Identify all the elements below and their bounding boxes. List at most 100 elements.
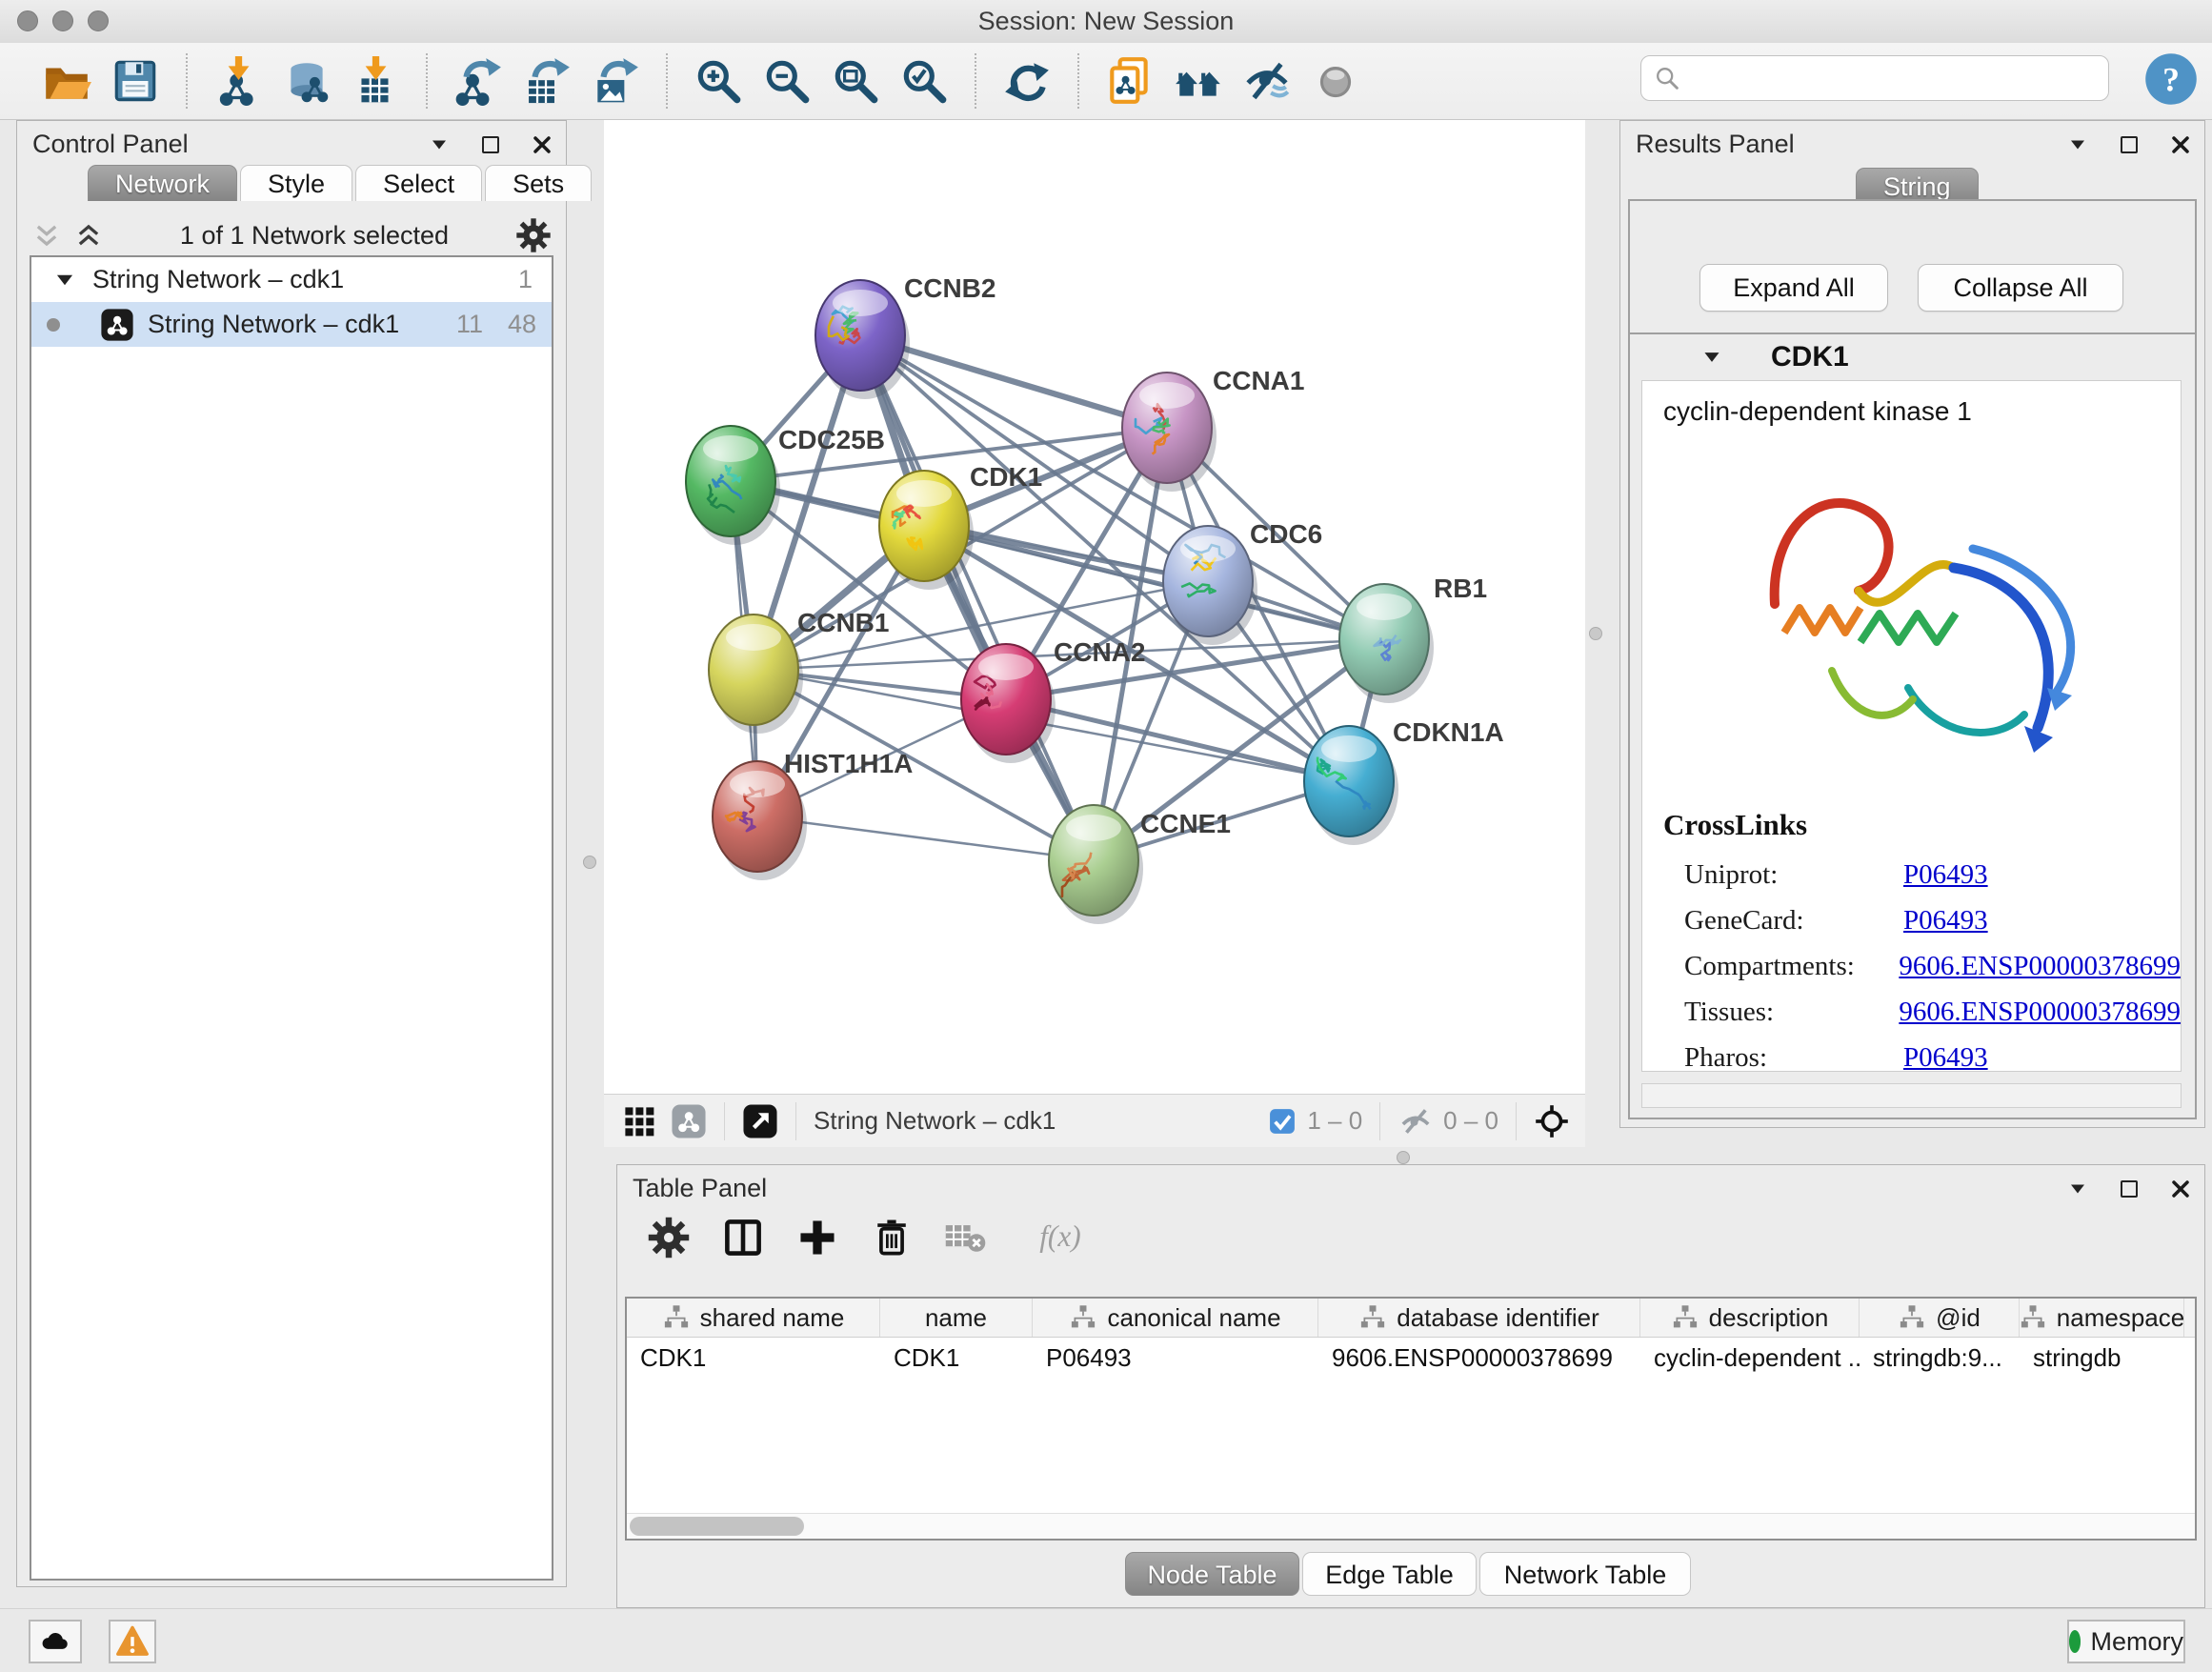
panel-close-icon[interactable] — [2168, 1177, 2193, 1201]
expand-all-networks-icon[interactable] — [72, 219, 105, 252]
network-node-HIST1H1A[interactable]: HIST1H1A — [713, 749, 913, 880]
cloud-button[interactable] — [29, 1620, 82, 1663]
zoom-out-icon[interactable] — [761, 55, 813, 107]
warnings-button[interactable] — [109, 1620, 156, 1663]
help-button[interactable]: ? — [2143, 51, 2199, 107]
search-box[interactable] — [1640, 55, 2109, 101]
network-node-CCNB2[interactable]: CCNB2 — [815, 273, 995, 399]
column-header--id[interactable]: @id — [1860, 1299, 2020, 1337]
tab-select[interactable]: Select — [355, 165, 482, 201]
zoom-selected-icon[interactable] — [898, 55, 950, 107]
fit-selected-crosshair-icon[interactable] — [1534, 1103, 1570, 1139]
network-collection-row[interactable]: String Network – cdk1 1 — [31, 257, 552, 302]
search-input[interactable] — [1689, 64, 2097, 93]
memory-button[interactable]: Memory — [2067, 1620, 2185, 1663]
birds-eye-grid-icon[interactable] — [621, 1103, 657, 1139]
import-database-icon[interactable] — [281, 55, 332, 107]
panel-float-icon[interactable] — [478, 132, 503, 157]
network-row[interactable]: String Network – cdk1 11 48 — [31, 302, 552, 347]
protein-header[interactable]: CDK1 — [1630, 334, 2195, 380]
clone-network-icon[interactable] — [1104, 55, 1156, 107]
bottom-splitter-handle[interactable] — [1397, 1151, 1410, 1164]
table-cell[interactable]: stringdb:9... — [1860, 1343, 2020, 1373]
table-row[interactable]: CDK1CDK1P064939606.ENSP00000378699cyclin… — [627, 1338, 2195, 1378]
network-node-CCNA2[interactable]: CCNA2 — [961, 637, 1145, 763]
network-node-CDKN1A[interactable]: CDKN1A — [1304, 717, 1504, 845]
crosslink-link[interactable]: P06493 — [1903, 1042, 1988, 1073]
hide-selected-icon[interactable] — [1241, 55, 1293, 107]
table-hscrollbar[interactable] — [627, 1513, 2195, 1539]
tab-node-table[interactable]: Node Table — [1125, 1552, 1299, 1596]
column-header-description[interactable]: description — [1640, 1299, 1860, 1337]
table-cell[interactable]: P06493 — [1033, 1343, 1318, 1373]
selected-checkbox-icon[interactable] — [1267, 1106, 1297, 1137]
network-canvas[interactable]: CCNB2CCNA1CDC25BCDK1CDC6RB1CCNB1CCNA2CDK… — [604, 120, 1585, 1094]
zoom-fit-icon[interactable] — [830, 55, 881, 107]
left-splitter-handle[interactable] — [583, 856, 596, 869]
tab-network-table[interactable]: Network Table — [1479, 1552, 1691, 1596]
network-graph[interactable]: CCNB2CCNA1CDC25BCDK1CDC6RB1CCNB1CCNA2CDK… — [604, 120, 1585, 1094]
table-cell[interactable]: 9606.ENSP00000378699 — [1318, 1343, 1640, 1373]
tab-edge-table[interactable]: Edge Table — [1302, 1552, 1477, 1596]
export-table-icon[interactable] — [521, 55, 573, 107]
string-badge-icon[interactable] — [671, 1103, 707, 1139]
export-network-icon[interactable] — [452, 55, 504, 107]
table-cell[interactable]: cyclin-dependent ... — [1640, 1343, 1860, 1373]
network-node-CCNB1[interactable]: CCNB1 — [709, 608, 889, 734]
network-node-RB1[interactable]: RB1 — [1339, 574, 1487, 703]
hidden-eye-icon[interactable] — [1398, 1103, 1434, 1139]
panel-float-icon[interactable] — [2117, 132, 2142, 157]
window-title: Session: New Session — [0, 0, 2212, 43]
table-cell[interactable]: CDK1 — [880, 1343, 1033, 1373]
table-options-gear-icon[interactable] — [646, 1215, 692, 1260]
save-session-icon[interactable] — [110, 55, 161, 107]
network-view-statusbar: String Network – cdk1 1 – 0 0 – 0 — [604, 1094, 1585, 1147]
open-session-icon[interactable] — [41, 55, 92, 107]
graphics-details-icon[interactable] — [1173, 55, 1224, 107]
panel-collapse-icon[interactable] — [2065, 132, 2090, 157]
network-node-CCNE1[interactable]: CCNE1 — [1049, 805, 1231, 924]
add-column-icon[interactable] — [794, 1215, 840, 1260]
tab-sets[interactable]: Sets — [485, 165, 592, 201]
network-options-gear-icon[interactable] — [514, 216, 553, 254]
panel-collapse-icon[interactable] — [427, 132, 452, 157]
toolbar-separator — [186, 53, 188, 109]
network-node-CDK1[interactable]: CDK1 — [879, 462, 1042, 590]
crosslink-link[interactable]: 9606.ENSP00000378699 — [1899, 951, 2181, 982]
protein-card-scrollbar[interactable] — [1641, 1083, 2182, 1108]
column-header-canonical-name[interactable]: canonical name — [1033, 1299, 1318, 1337]
tab-network[interactable]: Network — [88, 165, 237, 201]
panel-collapse-icon[interactable] — [2065, 1177, 2090, 1201]
crosslink-link[interactable]: P06493 — [1903, 905, 1988, 937]
panel-close-icon[interactable] — [530, 132, 554, 157]
detach-view-icon[interactable] — [742, 1103, 778, 1139]
table-cell[interactable]: stringdb — [2020, 1343, 2184, 1373]
collection-expand-icon[interactable] — [50, 266, 79, 294]
show-all-icon[interactable] — [1310, 55, 1361, 107]
collapse-all-networks-icon[interactable] — [30, 219, 63, 252]
panel-close-icon[interactable] — [2168, 132, 2193, 157]
delete-column-icon[interactable] — [869, 1215, 915, 1260]
crosslink-link[interactable]: 9606.ENSP00000378699 — [1899, 997, 2181, 1028]
protein-collapse-icon[interactable] — [1699, 344, 1725, 371]
crosslink-link[interactable]: P06493 — [1903, 859, 1988, 891]
refresh-layout-icon[interactable] — [1001, 55, 1053, 107]
import-network-icon[interactable] — [212, 55, 264, 107]
network-node-CDC25B[interactable]: CDC25B — [686, 425, 885, 545]
import-table-icon[interactable] — [350, 55, 401, 107]
right-splitter-handle[interactable] — [1589, 627, 1602, 640]
network-node-CDC6[interactable]: CDC6 — [1163, 519, 1322, 645]
hscrollbar-thumb[interactable] — [630, 1517, 804, 1536]
show-columns-icon[interactable] — [720, 1215, 766, 1260]
panel-float-icon[interactable] — [2117, 1177, 2142, 1201]
export-image-icon[interactable] — [590, 55, 641, 107]
column-header-database-identifier[interactable]: database identifier — [1318, 1299, 1640, 1337]
column-header-name[interactable]: name — [880, 1299, 1033, 1337]
expand-all-button[interactable]: Expand All — [1699, 264, 1888, 312]
collapse-all-button[interactable]: Collapse All — [1918, 264, 2123, 312]
column-header-namespace[interactable]: namespace — [2020, 1299, 2184, 1337]
zoom-in-icon[interactable] — [693, 55, 744, 107]
table-cell[interactable]: CDK1 — [627, 1343, 880, 1373]
tab-style[interactable]: Style — [240, 165, 352, 201]
column-header-shared-name[interactable]: shared name — [627, 1299, 880, 1337]
